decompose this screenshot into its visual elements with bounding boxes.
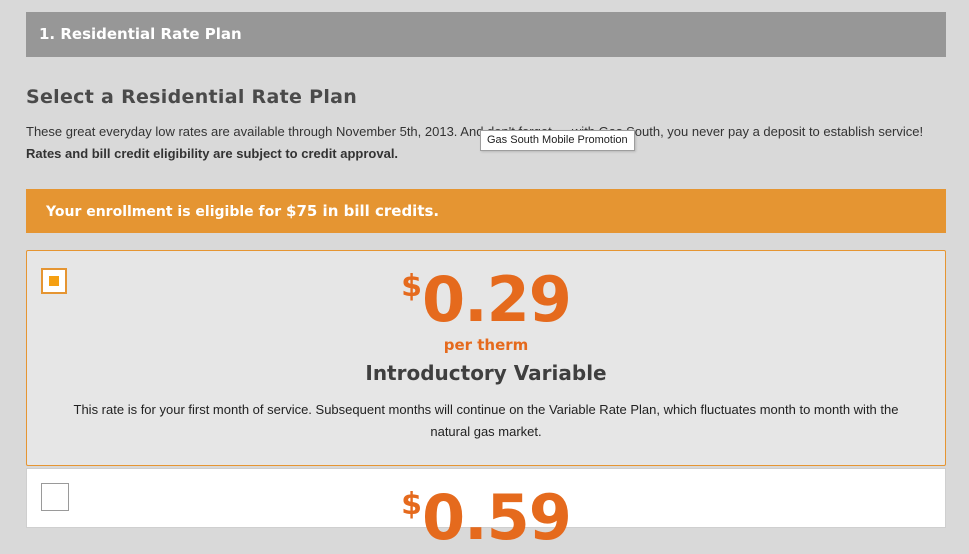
intro-text-main: These great everyday low rates are avail… [26,124,924,139]
price-currency: $ [401,269,422,304]
credit-banner: Your enrollment is eligible for $75 in b… [26,189,946,233]
credit-banner-text: Your enrollment is eligible for [46,204,287,220]
step-header[interactable]: 1. Residential Rate Plan [26,12,946,57]
step-header-label: 1. Residential Rate Plan [39,25,242,43]
price-amount: 0.59 [421,481,572,554]
price-currency: $ [401,487,422,522]
tooltip: Gas South Mobile Promotion [480,130,635,151]
price-amount: 0.29 [421,263,572,336]
credit-amount: $75 in bill credits. [286,202,440,220]
plan-description: This rate is for your first month of ser… [73,402,899,439]
intro-text-bold: Rates and bill credit eligibility are su… [26,146,399,161]
plan-card-introductory-variable[interactable]: $0.29 per therm Introductory Variable Th… [26,250,946,466]
section-title: Select a Residential Rate Plan [26,86,358,108]
price-unit: per therm [443,336,529,354]
plan-price: $0.59 [27,483,945,553]
plan-card-second[interactable]: $0.59 [26,468,946,553]
plan-name: Introductory Variable [365,361,607,385]
plan-price: $0.29 [27,265,945,335]
